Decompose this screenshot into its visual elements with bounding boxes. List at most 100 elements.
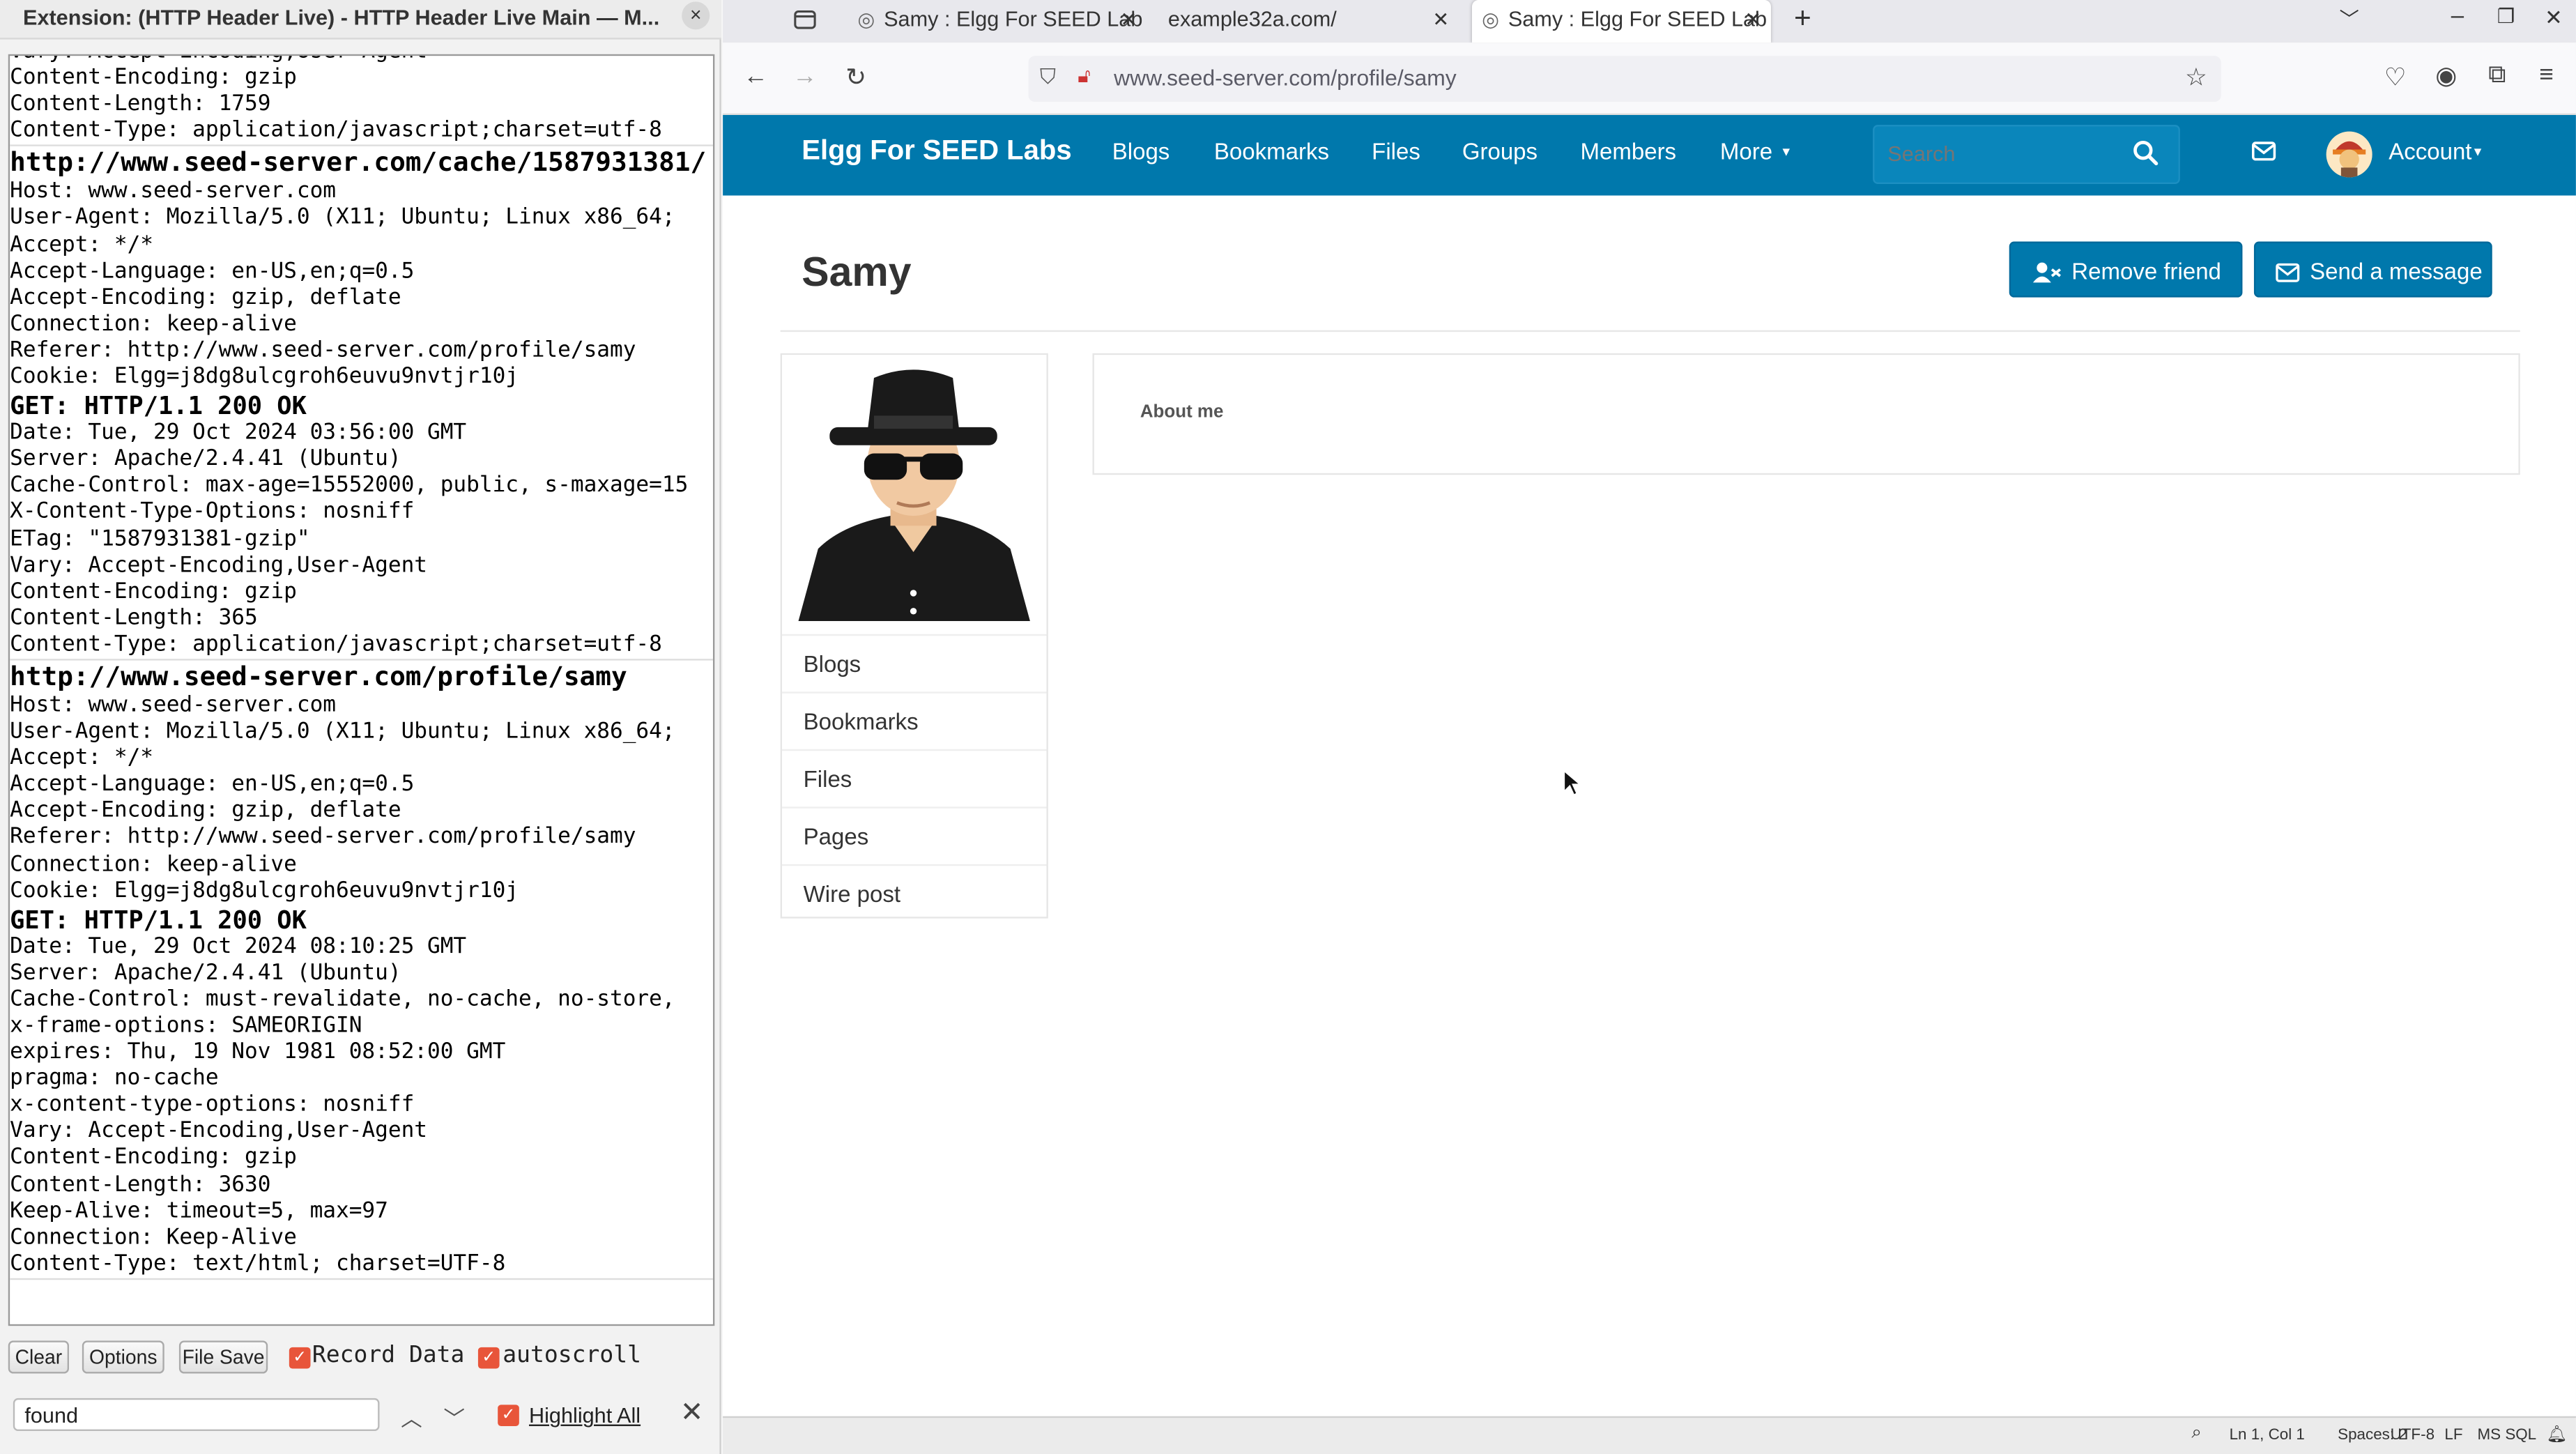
response-header-line: Content-Length: 365: [10, 606, 258, 631]
response-header-line: Content-Encoding: gzip: [10, 1146, 297, 1171]
browser-tab-bar: ◎ Samy : Elgg For SEED Lab ✕ example32a.…: [723, 0, 2576, 43]
cursor-position[interactable]: Ln 1, Col 1: [2230, 1426, 2305, 1444]
extensions-icon[interactable]: ⧉: [2481, 61, 2513, 89]
nav-blogs[interactable]: Blogs: [1112, 138, 1170, 164]
tab-samy-1[interactable]: ◎ Samy : Elgg For SEED Lab ✕: [848, 0, 1147, 43]
about-me-label: About me: [1140, 402, 1224, 422]
page-content: Elgg For SEED Labs Blogs Bookmarks Files…: [723, 114, 2576, 1416]
forward-icon[interactable]: →: [788, 63, 821, 91]
record-data-checkbox[interactable]: ✓: [289, 1347, 311, 1369]
find-input[interactable]: found: [13, 1398, 380, 1432]
profile-icon[interactable]: ◉: [2430, 61, 2462, 91]
header-log[interactable]: Vary: Accept-Encoding,User-AgentContent-…: [8, 54, 715, 1326]
request-header-line: Accept: */*: [10, 232, 154, 258]
avatar[interactable]: [2326, 131, 2372, 178]
tab-overview-icon[interactable]: [788, 6, 821, 39]
file-save-button[interactable]: File Save: [178, 1340, 268, 1374]
search-input[interactable]: [1887, 141, 2118, 167]
notifications-icon[interactable]: 🔔︎: [2547, 1426, 2568, 1444]
find-close-icon[interactable]: ✕: [680, 1397, 704, 1430]
search-box[interactable]: [1873, 125, 2180, 184]
tab-close-icon[interactable]: ✕: [1121, 0, 1137, 40]
response-header-line: Date: Tue, 29 Oct 2024 03:56:00 GMT: [10, 420, 467, 446]
elgg-favicon-icon: ◎: [857, 8, 875, 31]
messages-icon[interactable]: [2251, 139, 2277, 171]
menu-icon[interactable]: ≡: [2530, 61, 2563, 89]
http-header-live-window: Extension: (HTTP Header Live) - HTTP Hea…: [0, 0, 721, 1454]
nav-files[interactable]: Files: [1372, 138, 1420, 164]
send-message-button[interactable]: Send a message: [2253, 241, 2492, 298]
nav-groups[interactable]: Groups: [1462, 138, 1538, 164]
autoscroll-label: autoscroll: [503, 1342, 641, 1369]
zoom-icon[interactable]: ⌕: [2191, 1423, 2202, 1444]
account-menu[interactable]: Account: [2389, 138, 2471, 164]
divider: [780, 330, 2520, 332]
close-icon[interactable]: ×: [682, 1, 710, 30]
autoscroll-checkbox[interactable]: ✓: [477, 1347, 500, 1369]
about-me-panel: About me: [1092, 353, 2520, 475]
clear-button[interactable]: Clear: [8, 1340, 69, 1374]
owner-menu-wire-post[interactable]: Wire post: [781, 864, 1047, 920]
response-header-line: Server: Apache/2.4.41 (Ubuntu): [10, 447, 401, 473]
insecure-lock-icon[interactable]: 🔓︎: [1078, 64, 1090, 89]
reload-icon[interactable]: ↻: [839, 63, 872, 92]
request-header-line: Cookie: Elgg=j8dg8ulcgroh6euvu9nvtjr10j: [10, 878, 519, 903]
request-header-line: Referer: http://www.seed-server.com/prof…: [10, 338, 636, 363]
request-header-line: Host: www.seed-server.com: [10, 693, 337, 718]
response-header-line: Content-Encoding: gzip: [10, 579, 297, 604]
new-tab-icon[interactable]: +: [1794, 1, 1811, 36]
url-bar[interactable]: ⛉ 🔓︎ www.seed-server.com/profile/samy ☆: [1028, 56, 2221, 102]
request-header-line: Content-Type: application/javascript;cha…: [10, 118, 662, 144]
header-log-content: Vary: Accept-Encoding,User-AgentContent-…: [10, 56, 713, 1280]
list-tabs-icon[interactable]: ﹀: [2340, 5, 2359, 33]
encoding[interactable]: UTF-8: [2391, 1426, 2435, 1444]
chevron-down-icon: ▾: [1782, 143, 1791, 160]
tab-close-icon[interactable]: ✕: [1432, 0, 1449, 40]
find-next-icon[interactable]: ﹀: [443, 1402, 465, 1433]
tab-samy-active[interactable]: ◎ Samy : Elgg For SEED Lab ✕: [1471, 0, 1771, 43]
language-mode[interactable]: MS SQL: [2478, 1426, 2537, 1444]
highlight-all-checkbox[interactable]: ✓: [498, 1405, 519, 1426]
back-icon[interactable]: ←: [739, 63, 772, 91]
minimize-icon[interactable]: –: [2451, 1, 2464, 28]
tab-close-icon[interactable]: ✕: [1745, 0, 1761, 40]
options-button[interactable]: Options: [82, 1340, 164, 1374]
tab-example32a[interactable]: example32a.com/ ✕: [1153, 0, 1466, 43]
owner-menu-files[interactable]: Files: [781, 749, 1047, 805]
response-header-line: Vary: Accept-Encoding,User-Agent: [10, 1119, 428, 1145]
pocket-icon[interactable]: ♡: [2379, 63, 2412, 92]
nav-bookmarks[interactable]: Bookmarks: [1214, 138, 1329, 164]
response-header-line: Cache-Control: max-age=15552000, public,…: [10, 473, 689, 498]
extension-title: Extension: (HTTP Header Live) - HTTP Hea…: [22, 5, 660, 30]
request-header-line: Accept-Language: en-US,en;q=0.5: [10, 259, 415, 284]
owner-menu-blogs[interactable]: Blogs: [781, 634, 1047, 690]
request-header-line: User-Agent: Mozilla/5.0 (X11; Ubuntu; Li…: [10, 206, 675, 231]
window-close-icon[interactable]: ✕: [2545, 5, 2563, 31]
search-icon[interactable]: [2133, 139, 2159, 174]
response-header-line: Connection: Keep-Alive: [10, 1225, 297, 1250]
owner-menu-bookmarks[interactable]: Bookmarks: [781, 691, 1047, 747]
request-url[interactable]: http://www.seed-server.com/cache/1587931…: [10, 147, 713, 180]
site-title[interactable]: Elgg For SEED Labs: [802, 135, 1071, 167]
nav-members[interactable]: Members: [1581, 138, 1677, 164]
shield-icon[interactable]: ⛉: [1040, 64, 1056, 91]
request-url[interactable]: http://www.seed-server.com/profile/samy: [10, 660, 713, 693]
request-header-line: Cookie: Elgg=j8dg8ulcgroh6euvu9nvtjr10j: [10, 365, 519, 390]
find-previous-icon[interactable]: ︿: [401, 1402, 422, 1433]
request-header-line: Connection: keep-alive: [10, 312, 297, 337]
line-ending[interactable]: LF: [2444, 1426, 2462, 1444]
tab-label: Samy : Elgg For SEED Lab: [884, 6, 1143, 31]
maximize-icon[interactable]: ❐: [2497, 5, 2515, 28]
response-header-line: Content-Type: text/html; charset=UTF-8: [10, 1251, 506, 1277]
bookmark-star-icon[interactable]: ☆: [2185, 63, 2207, 92]
nav-more[interactable]: More: [1720, 138, 1772, 164]
request-header-line: Accept-Encoding: gzip, deflate: [10, 799, 401, 824]
profile-avatar-image: [781, 355, 1047, 621]
request-header-line: Content-Encoding: gzip: [10, 66, 297, 91]
elgg-favicon-icon: ◎: [1482, 8, 1499, 31]
send-message-label: Send a message: [2310, 258, 2483, 284]
response-header-line: Content-Length: 3630: [10, 1172, 271, 1197]
user-remove-icon: [2032, 243, 2062, 299]
remove-friend-button[interactable]: Remove friend: [2009, 241, 2243, 299]
owner-menu-pages[interactable]: Pages: [781, 806, 1047, 862]
